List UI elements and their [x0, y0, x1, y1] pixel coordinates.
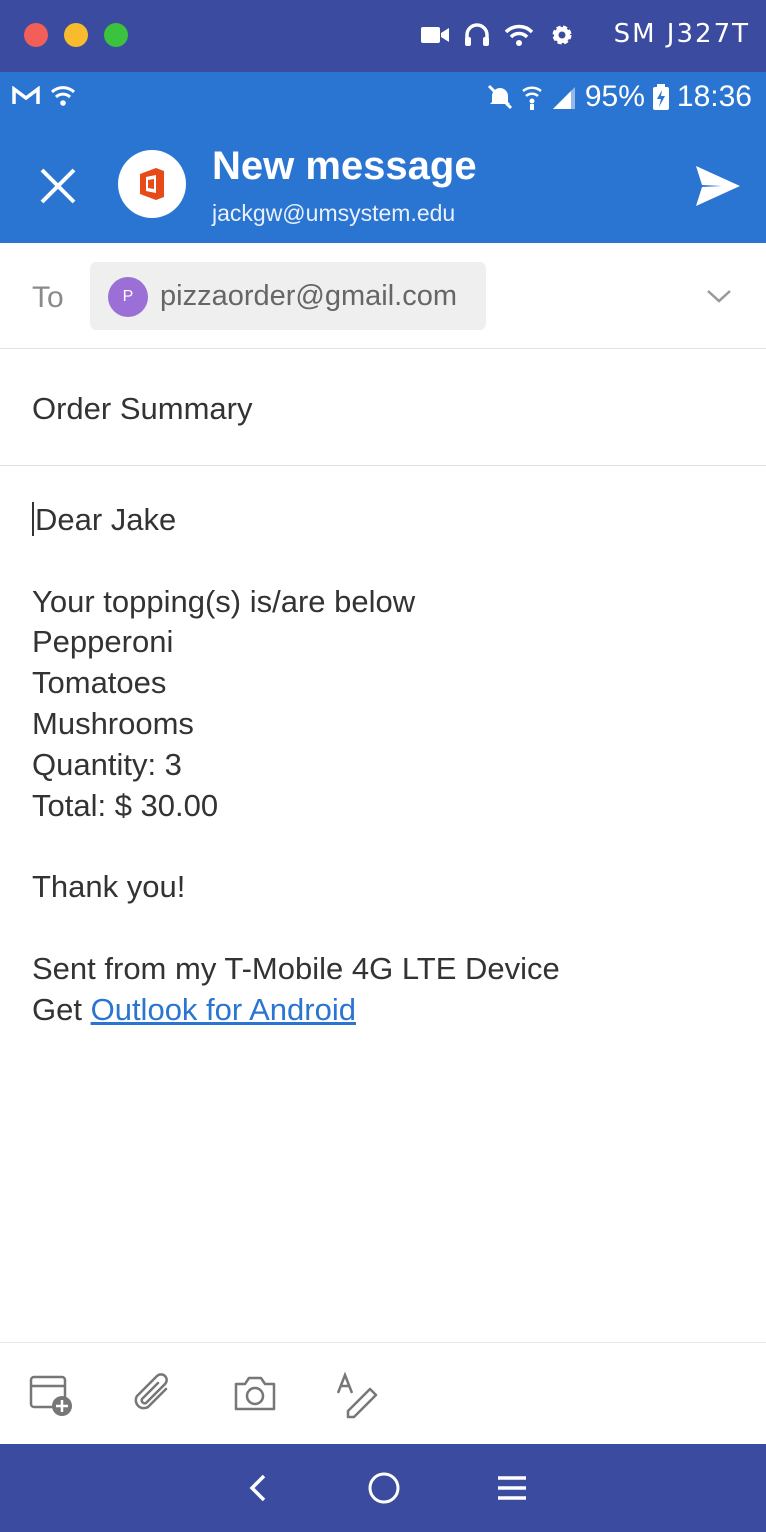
chevron-down-icon[interactable] [704, 281, 734, 311]
wifi-signal-icon [522, 86, 542, 110]
body-line-thanks: Thank you! [32, 869, 186, 905]
clock: 18:36 [676, 80, 752, 113]
body-line-total: Total: $ 30.00 [32, 787, 219, 823]
send-icon[interactable] [692, 160, 744, 212]
headphones-icon[interactable] [464, 23, 490, 47]
message-body[interactable]: Dear Jake Your topping(s) is/are below P… [32, 500, 732, 1030]
android-nav-bar [0, 1444, 766, 1532]
office-logo-icon [118, 150, 186, 218]
wifi-icon [50, 86, 76, 106]
emulator-toolbar [420, 20, 576, 50]
gmail-icon [12, 86, 40, 104]
maximize-window-button[interactable] [104, 23, 128, 47]
wifi-icon[interactable] [504, 23, 534, 47]
outlook-link[interactable]: Outlook for Android [91, 992, 356, 1027]
to-label: To [32, 281, 64, 314]
emulator-titlebar: SM J327T [0, 0, 766, 72]
body-line-topping: Mushrooms [32, 705, 194, 741]
avatar: P [108, 277, 148, 317]
battery-percent: 95% [584, 80, 645, 113]
format-text-icon[interactable] [334, 1369, 384, 1419]
body-line-intro: Your topping(s) is/are below [32, 583, 416, 619]
body-line-topping: Pepperoni [32, 624, 174, 660]
body-line-get-outlook: Get Outlook for Android [32, 991, 356, 1027]
minimize-window-button[interactable] [64, 23, 88, 47]
settings-icon[interactable] [548, 21, 576, 49]
body-line-signature: Sent from my T-Mobile 4G LTE Device [32, 950, 560, 986]
menu-icon[interactable] [492, 1468, 532, 1508]
compose-title: New message [212, 144, 477, 188]
body-line-greeting: Dear Jake [32, 500, 732, 541]
close-window-button[interactable] [24, 23, 48, 47]
close-icon[interactable] [34, 162, 82, 210]
android-status-bar: 95% 18:36 [0, 72, 766, 124]
to-row[interactable]: To P pizzaorder@gmail.com [0, 243, 766, 349]
body-line-quantity: Quantity: 3 [32, 746, 182, 782]
compose-toolbar [0, 1342, 766, 1444]
video-camera-icon[interactable] [420, 24, 450, 46]
account-email: jackgw@umsystem.edu [212, 200, 456, 226]
subject-field[interactable]: Order Summary [0, 349, 766, 466]
subject-text: Order Summary [32, 391, 253, 426]
back-icon[interactable] [238, 1468, 278, 1508]
cell-signal-icon [552, 87, 575, 109]
mute-icon [487, 84, 512, 110]
battery-icon [652, 84, 669, 110]
text-cursor [32, 502, 34, 536]
compose-header: 95% 18:36 New message jackgw@umsystem.ed… [0, 72, 766, 243]
device-name: SM J327T [613, 19, 750, 49]
recipient-email: pizzaorder@gmail.com [160, 280, 457, 312]
home-icon[interactable] [364, 1468, 404, 1508]
body-line-topping: Tomatoes [32, 665, 167, 701]
recipient-chip[interactable]: P pizzaorder@gmail.com [90, 262, 486, 330]
camera-icon[interactable] [230, 1369, 280, 1419]
calendar-add-icon[interactable] [26, 1369, 76, 1419]
attachment-icon[interactable] [128, 1369, 178, 1419]
